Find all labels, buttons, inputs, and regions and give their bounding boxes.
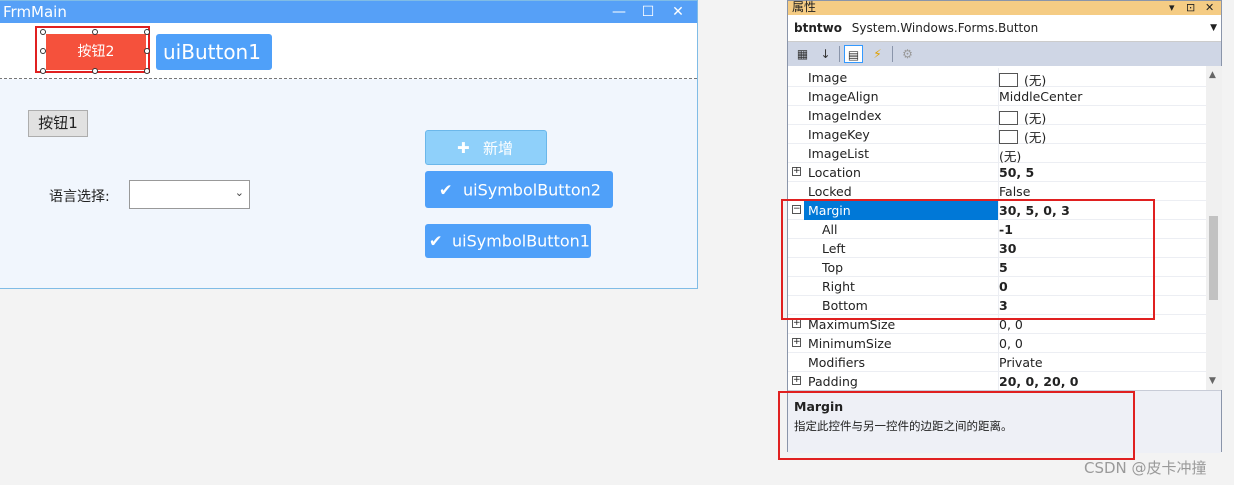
property-row[interactable]: Modifiers Private: [788, 353, 1206, 372]
maximize-icon[interactable]: ☐: [639, 3, 657, 21]
object-type: System.Windows.Forms.Button: [851, 21, 1039, 35]
button1[interactable]: 按钮1: [28, 110, 88, 137]
scroll-up-icon[interactable]: ▲: [1209, 70, 1216, 80]
property-value-text: Private: [999, 355, 1043, 370]
check-icon: ✔: [429, 231, 443, 251]
property-value-text: (无): [1024, 130, 1047, 145]
expand-icon[interactable]: +: [792, 376, 801, 385]
property-row[interactable]: ImageList (无): [788, 144, 1206, 164]
expand-icon[interactable]: +: [792, 319, 801, 328]
properties-titlebar: 属性 ▾ ⊡ ✕: [788, 1, 1221, 15]
dropdown-arrow-icon[interactable]: ▾: [1169, 1, 1175, 14]
image-swatch-icon: [999, 130, 1018, 144]
chevron-down-icon: ⌄: [234, 186, 244, 199]
expand-icon[interactable]: +: [792, 338, 801, 347]
property-name: ImageList: [808, 146, 869, 161]
property-value-text: False: [999, 184, 1031, 199]
categorized-icon[interactable]: ▦: [793, 45, 812, 63]
resize-handle[interactable]: [40, 68, 46, 74]
uibutton1[interactable]: uiButton1: [156, 34, 272, 70]
property-row[interactable]: ImageKey (无): [788, 125, 1206, 145]
property-row[interactable]: + Padding 20, 0, 20, 0: [788, 372, 1206, 390]
property-name: ImageIndex: [808, 108, 882, 123]
property-value[interactable]: 0, 0: [999, 336, 1023, 351]
resize-handle[interactable]: [144, 48, 150, 54]
language-combobox[interactable]: ⌄: [129, 180, 250, 209]
property-value-text: MiddleCenter: [999, 89, 1083, 104]
pin-icon[interactable]: ⊡: [1186, 1, 1195, 14]
add-button[interactable]: ✚ 新增: [425, 130, 547, 165]
uisymbolbutton2[interactable]: ✔ uiSymbolButton2: [425, 171, 613, 208]
property-value[interactable]: 20, 0, 20, 0: [999, 374, 1079, 389]
property-row[interactable]: + MinimumSize 0, 0: [788, 334, 1206, 353]
vertical-scrollbar[interactable]: ▲ ▼: [1206, 66, 1222, 390]
property-name: Image: [808, 70, 848, 85]
property-value-text: (无): [1024, 73, 1047, 88]
form-titlebar: FrmMain — ☐ ✕: [0, 1, 697, 23]
property-row[interactable]: ImageIndex (无): [788, 106, 1206, 126]
expand-icon[interactable]: +: [792, 167, 801, 176]
property-value[interactable]: 50, 5: [999, 165, 1034, 180]
object-selector[interactable]: btntwo System.Windows.Forms.Button ▼: [788, 15, 1221, 42]
property-name: MinimumSize: [808, 336, 892, 351]
uisymbolbutton1-label: uiSymbolButton1: [452, 231, 590, 251]
plus-icon: ✚: [457, 138, 470, 157]
property-value-text: (无): [999, 149, 1022, 164]
image-swatch-icon: [999, 111, 1018, 125]
add-button-label: 新增: [483, 139, 514, 157]
property-name: Location: [808, 165, 861, 180]
property-name: ImageAlign: [808, 89, 879, 104]
property-value[interactable]: MiddleCenter: [999, 89, 1082, 104]
resize-handle[interactable]: [92, 29, 98, 35]
scroll-down-icon[interactable]: ▼: [1209, 376, 1216, 386]
close-icon[interactable]: ✕: [1205, 1, 1214, 14]
watermark: CSDN @皮卡冲撞: [1084, 459, 1207, 477]
chevron-down-icon: ▼: [1210, 23, 1217, 33]
property-name: Modifiers: [808, 355, 866, 370]
property-name: Locked: [808, 184, 852, 199]
property-value-text: 50, 5: [999, 165, 1035, 180]
property-name: Padding: [808, 374, 858, 389]
events-icon[interactable]: ⚡: [868, 45, 887, 63]
property-value-text: 0, 0: [999, 336, 1023, 351]
highlight-description: [778, 391, 1135, 460]
uisymbolbutton2-label: uiSymbolButton2: [463, 180, 601, 199]
resize-handle[interactable]: [40, 29, 46, 35]
minimize-icon[interactable]: —: [610, 3, 628, 21]
alphabetical-icon[interactable]: ↓: [816, 45, 835, 63]
language-label: 语言选择:: [49, 189, 110, 205]
scroll-thumb[interactable]: [1209, 216, 1218, 300]
resize-handle[interactable]: [144, 29, 150, 35]
property-value[interactable]: Private: [999, 355, 1043, 370]
resize-handle[interactable]: [92, 68, 98, 74]
image-swatch-icon: [999, 73, 1018, 87]
object-name: btntwo: [794, 21, 842, 35]
property-row[interactable]: Image (无): [788, 68, 1206, 88]
highlight-margin-rows: [781, 199, 1155, 320]
close-icon[interactable]: ✕: [669, 3, 687, 21]
resize-handle[interactable]: [40, 48, 46, 54]
property-row[interactable]: + Location 50, 5: [788, 163, 1206, 182]
property-value-text: 20, 0, 20, 0: [999, 374, 1079, 389]
resize-handle[interactable]: [144, 68, 150, 74]
property-value-text: (无): [1024, 111, 1047, 126]
property-name: ImageKey: [808, 127, 870, 142]
check-icon: ✔: [439, 180, 453, 199]
properties-toolbar: ▦ ↓ ▤ ⚡ ⚙: [788, 42, 1221, 66]
property-pages-icon[interactable]: ⚙: [898, 45, 917, 63]
properties-icon[interactable]: ▤: [844, 45, 863, 63]
form-title: FrmMain: [3, 3, 67, 21]
properties-title: 属性: [792, 0, 817, 14]
uisymbolbutton1[interactable]: ✔ uiSymbolButton1: [425, 224, 591, 258]
property-value[interactable]: False: [999, 184, 1030, 199]
property-row[interactable]: ImageAlign MiddleCenter: [788, 87, 1206, 106]
